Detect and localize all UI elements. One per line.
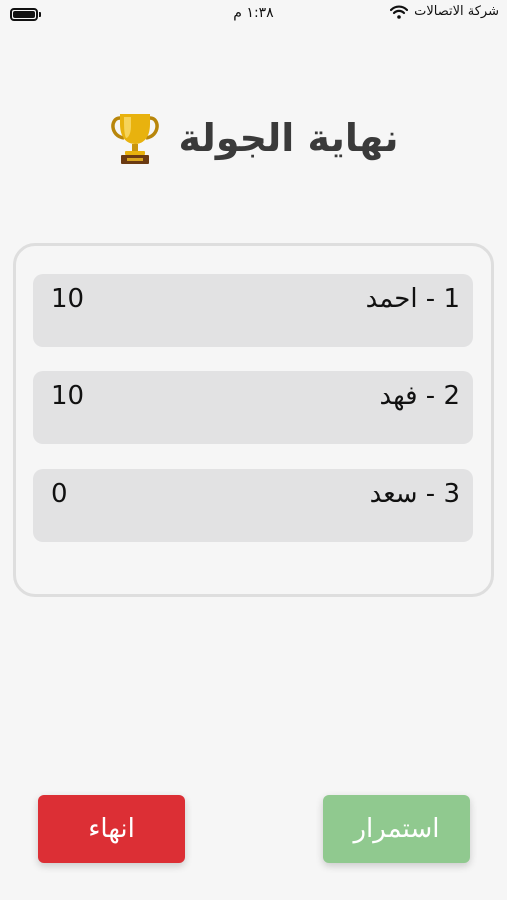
page-title: نهاية الجولة: [178, 116, 399, 160]
carrier-group: شركة الاتصالات: [390, 4, 499, 19]
result-row: 3 - سعد 0: [33, 469, 473, 542]
player-score: 0: [51, 479, 68, 509]
end-button[interactable]: انهاء: [38, 795, 185, 863]
status-bar: ١:٣٨ م شركة الاتصالات: [0, 0, 507, 30]
trophy-icon: [110, 114, 159, 164]
continue-button[interactable]: استمرار: [323, 795, 470, 863]
title-row: نهاية الجولة: [0, 108, 507, 168]
result-row: 1 - احمد 10: [33, 274, 473, 347]
player-name: 1 - احمد: [365, 284, 460, 314]
player-score: 10: [51, 381, 85, 411]
carrier-name: شركة الاتصالات: [414, 4, 499, 19]
player-score: 10: [51, 284, 85, 314]
result-row: 2 - فهد 10: [33, 371, 473, 444]
player-name: 2 - فهد: [379, 381, 460, 411]
wifi-icon: [390, 5, 409, 19]
player-name: 3 - سعد: [369, 479, 460, 509]
screen: ١:٣٨ م شركة الاتصالات نهاية الجولة 1 - ا…: [0, 0, 507, 900]
results-panel: 1 - احمد 10 2 - فهد 10 3 - سعد 0: [13, 243, 494, 597]
